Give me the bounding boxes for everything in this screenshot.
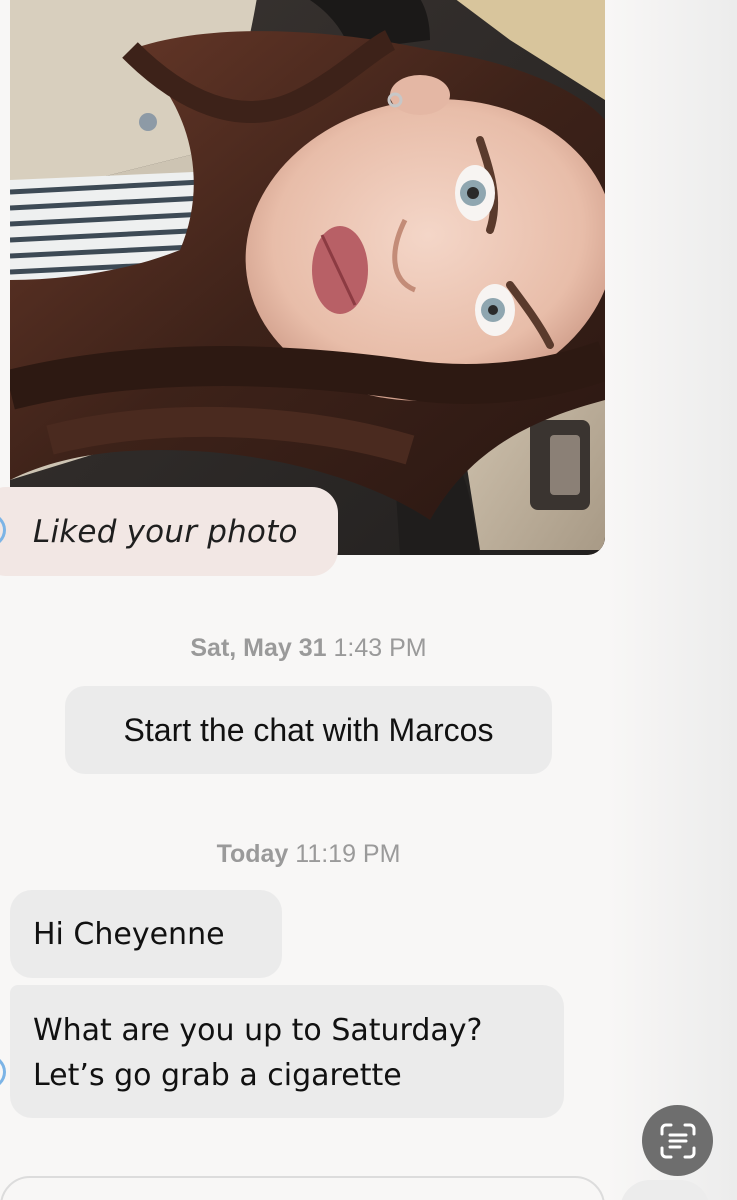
timestamp-time: 11:19 PM [295,840,401,868]
liked-photo[interactable] [10,0,605,555]
start-chat-prompt: Start the chat with Marcos [65,686,552,774]
timestamp-divider: Today 11:19 PM [0,840,617,869]
send-button[interactable] [620,1180,710,1200]
liked-photo-bubble: Liked your photo [0,487,338,576]
text-scan-button[interactable] [642,1105,713,1176]
timestamp-divider: Sat, May 31 1:43 PM [0,634,617,663]
liked-label: Liked your photo [33,513,298,550]
text-scan-icon [660,1123,695,1158]
message-text: Hi Cheyenne [33,917,225,952]
message-bubble[interactable]: Hi Cheyenne [10,890,282,978]
message-text-line: Let’s go grab a cigarette [33,1058,402,1093]
timestamp-day: Today [216,840,289,868]
chat-screen: Liked your photo Sat, May 31 1:43 PM Sta… [0,0,737,1200]
message-text-line: What are you up to Saturday? [33,1013,483,1048]
message-input[interactable] [0,1176,605,1200]
avatar-ring-icon[interactable] [0,1055,6,1089]
edge-shade [607,0,737,1200]
message-bubble[interactable]: What are you up to Saturday? Let’s go gr… [10,985,564,1118]
timestamp-time: 1:43 PM [333,634,427,662]
photo-image [10,0,605,555]
timestamp-day: Sat, May 31 [190,634,327,662]
